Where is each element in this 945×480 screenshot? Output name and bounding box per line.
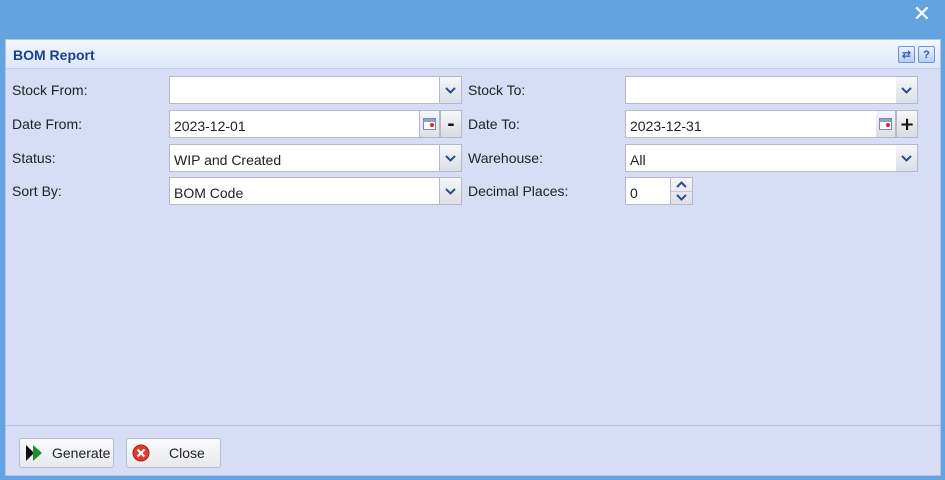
bom-report-panel: BOM Report ⇄ ? Stock From: Stock To: Dat… (5, 39, 941, 476)
stock-to-dropdown-button[interactable] (896, 76, 918, 104)
stock-to-input[interactable] (625, 76, 897, 104)
chevron-down-icon (676, 194, 687, 202)
chevron-down-icon (445, 154, 456, 162)
date-to-input[interactable]: 2023-12-31 (625, 110, 877, 138)
date-from-minus-button[interactable]: - (440, 110, 462, 138)
warehouse-select[interactable]: All (625, 144, 897, 172)
stock-from-dropdown-button[interactable] (440, 76, 462, 104)
stock-to-label: Stock To: (468, 82, 526, 98)
close-button[interactable]: Close (126, 438, 221, 468)
panel-header: BOM Report ⇄ ? (6, 40, 940, 69)
sort-by-dropdown-button[interactable] (440, 177, 462, 205)
stock-from-label: Stock From: (12, 82, 88, 98)
date-from-picker-button[interactable] (420, 110, 440, 138)
date-to-label: Date To: (468, 116, 520, 132)
spin-down-button[interactable] (671, 192, 692, 205)
spin-up-button[interactable] (671, 178, 692, 192)
row-status: Status: WIP and Created Warehouse: All (6, 144, 940, 172)
status-select[interactable]: WIP and Created (169, 144, 440, 172)
status-dropdown-button[interactable] (440, 144, 462, 172)
date-to-picker-button[interactable] (876, 110, 896, 138)
close-circle-icon (131, 443, 151, 463)
warehouse-label: Warehouse: (468, 150, 543, 166)
play-forward-icon (24, 443, 44, 463)
panel-title: BOM Report (13, 47, 95, 63)
row-date: Date From: 2023-12-01 - Date To: 2023-12… (6, 110, 940, 138)
decimal-places-spinner (671, 177, 693, 205)
row-stock: Stock From: Stock To: (6, 76, 940, 104)
chevron-down-icon (901, 86, 912, 94)
header-tools: ⇄ ? (898, 46, 935, 63)
warehouse-dropdown-button[interactable] (896, 144, 918, 172)
close-label: Close (169, 445, 205, 461)
date-from-label: Date From: (12, 116, 83, 132)
calendar-icon (879, 118, 892, 130)
generate-label: Generate (52, 445, 111, 461)
chevron-down-icon (445, 187, 456, 195)
sort-by-label: Sort By: (12, 183, 62, 199)
stock-from-input[interactable] (169, 76, 440, 104)
generate-button[interactable]: Generate (19, 438, 114, 468)
chevron-up-icon (676, 180, 687, 188)
refresh-icon[interactable]: ⇄ (898, 46, 915, 63)
chevron-down-icon (901, 154, 912, 162)
decimal-places-label: Decimal Places: (468, 183, 569, 199)
date-from-input[interactable]: 2023-12-01 (169, 110, 420, 138)
row-sort: Sort By: BOM Code Decimal Places: 0 (6, 177, 940, 205)
date-to-plus-button[interactable]: + (896, 110, 918, 138)
sort-by-select[interactable]: BOM Code (169, 177, 440, 205)
panel-footer: Generate Close (6, 425, 940, 475)
help-icon[interactable]: ? (918, 46, 935, 63)
chevron-down-icon (445, 86, 456, 94)
calendar-icon (423, 118, 436, 130)
window-close-icon[interactable]: ✕ (913, 4, 931, 26)
status-label: Status: (12, 150, 56, 166)
decimal-places-input[interactable]: 0 (625, 177, 671, 205)
